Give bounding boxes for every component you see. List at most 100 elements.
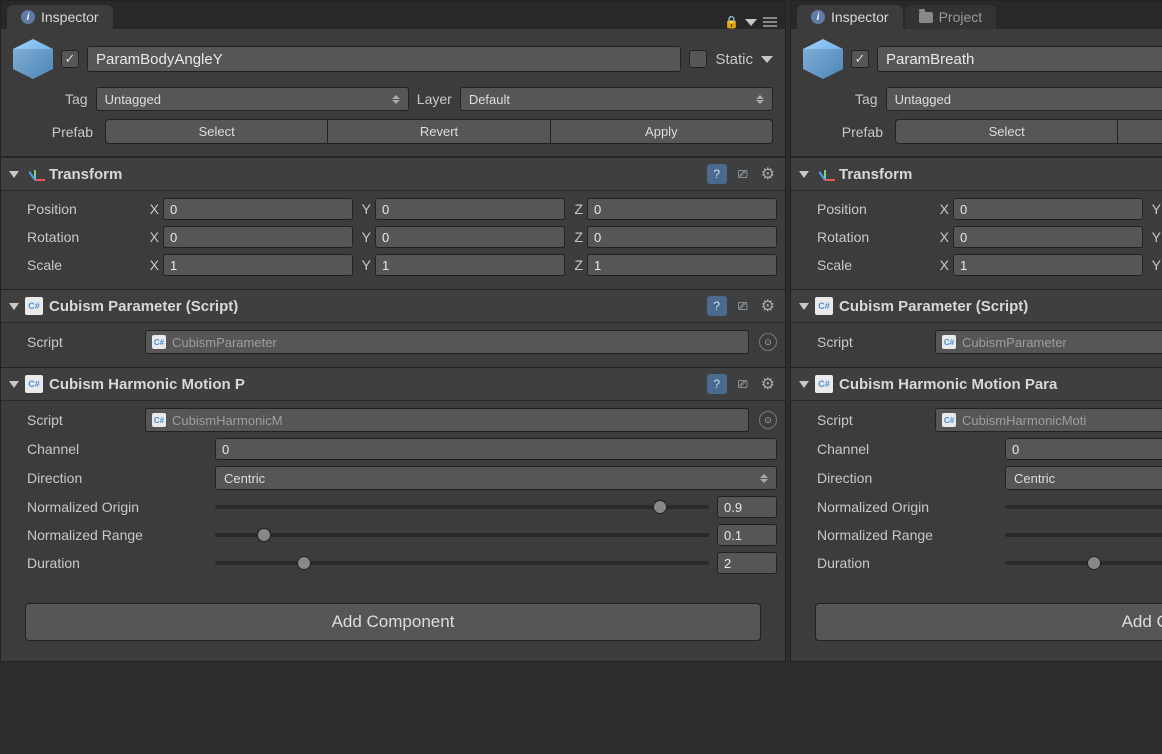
scale-z-field[interactable] [587, 254, 777, 276]
tag-dropdown[interactable]: Untagged [96, 87, 409, 111]
rotation-x-field[interactable] [953, 226, 1143, 248]
script-label: Script [9, 412, 139, 428]
transform-body: Position X Y Z Rotation X Y Z Scale X Y … [1, 191, 785, 289]
transform-header[interactable]: Transform ? ⎚ ⚙ [1, 157, 785, 191]
foldout-icon[interactable] [9, 303, 19, 310]
add-component-button[interactable]: Add Component [25, 603, 761, 641]
component-title: Cubism Parameter (Script) [49, 298, 701, 315]
position-label: Position [799, 201, 929, 217]
axis-z-label: Z [569, 201, 583, 217]
gameobject-name-field[interactable] [87, 46, 681, 72]
direction-dropdown[interactable]: Centric [215, 466, 777, 490]
layer-label: Layer [417, 91, 452, 107]
position-y-field[interactable] [375, 198, 565, 220]
preset-icon[interactable]: ⎚ [733, 164, 753, 184]
rotation-label: Rotation [9, 229, 139, 245]
tab-project[interactable]: Project [905, 5, 997, 29]
inspector-left: i Inspector 🔒 Static Tag Untagged Layer … [0, 0, 786, 662]
normalized-range-label: Normalized Range [9, 527, 209, 543]
channel-field[interactable] [215, 438, 777, 460]
scale-x-field[interactable] [953, 254, 1143, 276]
duration-label: Duration [799, 555, 999, 571]
tag-label: Tag [65, 91, 88, 107]
csharp-icon: C# [815, 375, 833, 393]
add-component-button[interactable]: Add Component [815, 603, 1162, 641]
transform-header[interactable]: Transform ? ⎚ ⚙ [791, 157, 1162, 191]
gameobject-header: Static Tag Untagged Layer Default Prefab… [791, 29, 1162, 157]
foldout-icon[interactable] [799, 171, 809, 178]
tab-inspector[interactable]: i Inspector [797, 5, 903, 29]
normalized-origin-field[interactable] [717, 496, 777, 518]
tab-label: Project [939, 9, 983, 25]
static-dropdown[interactable] [761, 56, 773, 63]
duration-slider[interactable] [1005, 561, 1162, 565]
cubism-parameter-header[interactable]: C# Cubism Parameter (Script) ? ⎚ ⚙ [1, 289, 785, 323]
preset-icon[interactable]: ⎚ [733, 296, 753, 316]
gear-icon[interactable]: ⚙ [759, 374, 777, 394]
rotation-z-field[interactable] [587, 226, 777, 248]
direction-label: Direction [799, 470, 999, 486]
script-label: Script [799, 412, 929, 428]
prefab-select-button[interactable]: Select [105, 119, 328, 144]
prefab-apply-button[interactable]: Apply [551, 119, 773, 144]
script-label: Script [9, 334, 139, 350]
gameobject-icon[interactable] [13, 39, 53, 79]
prefab-select-button[interactable]: Select [895, 119, 1118, 144]
foldout-icon[interactable] [9, 381, 19, 388]
channel-field[interactable] [1005, 438, 1162, 460]
normalized-origin-slider[interactable] [1005, 505, 1162, 509]
help-icon[interactable]: ? [707, 374, 727, 394]
tag-label: Tag [855, 91, 878, 107]
tabbar: i Inspector 🔒 [1, 1, 785, 29]
normalized-range-field[interactable] [717, 524, 777, 546]
enabled-checkbox[interactable] [61, 50, 79, 68]
cubism-harmonic-header[interactable]: C# Cubism Harmonic Motion Para ? ⎚ ⚙ [791, 367, 1162, 401]
enabled-checkbox[interactable] [851, 50, 869, 68]
prefab-revert-button[interactable]: Revert [1118, 119, 1162, 144]
axis-x-label: X [145, 201, 159, 217]
cubism-harmonic-header[interactable]: C# Cubism Harmonic Motion P ? ⎚ ⚙ [1, 367, 785, 401]
position-x-field[interactable] [163, 198, 353, 220]
folder-icon [919, 12, 933, 23]
script-label: Script [799, 334, 929, 350]
gameobject-icon[interactable] [803, 39, 843, 79]
help-icon[interactable]: ? [707, 164, 727, 184]
direction-dropdown[interactable]: Centric [1005, 466, 1162, 490]
duration-slider[interactable] [215, 561, 709, 565]
scale-x-field[interactable] [163, 254, 353, 276]
lock-icon[interactable]: 🔒 [724, 15, 739, 29]
rotation-x-field[interactable] [163, 226, 353, 248]
foldout-icon[interactable] [9, 171, 19, 178]
tab-label: Inspector [41, 9, 99, 25]
rotation-y-field[interactable] [375, 226, 565, 248]
normalized-range-slider[interactable] [1005, 533, 1162, 537]
position-x-field[interactable] [953, 198, 1143, 220]
tab-inspector[interactable]: i Inspector [7, 5, 113, 29]
scale-y-field[interactable] [375, 254, 565, 276]
static-checkbox[interactable] [689, 50, 707, 68]
normalized-origin-slider[interactable] [215, 505, 709, 509]
panel-menu-arrow[interactable] [745, 19, 757, 26]
prefab-revert-button[interactable]: Revert [328, 119, 550, 144]
panel-menu-icon[interactable] [763, 17, 777, 27]
gameobject-name-field[interactable] [877, 46, 1162, 72]
layer-dropdown[interactable]: Default [460, 87, 773, 111]
duration-field[interactable] [717, 552, 777, 574]
cubism-parameter-header[interactable]: C# Cubism Parameter (Script) ? ⎚ ⚙ [791, 289, 1162, 323]
preset-icon[interactable]: ⎚ [733, 374, 753, 394]
tag-dropdown[interactable]: Untagged [886, 87, 1162, 111]
help-icon[interactable]: ? [707, 296, 727, 316]
component-title: Cubism Parameter (Script) [839, 298, 1162, 315]
gear-icon[interactable]: ⚙ [759, 164, 777, 184]
normalized-range-label: Normalized Range [799, 527, 999, 543]
component-title: Cubism Harmonic Motion P [49, 376, 701, 393]
component-title: Transform [839, 166, 1162, 183]
foldout-icon[interactable] [799, 381, 809, 388]
position-z-field[interactable] [587, 198, 777, 220]
inspector-right: i Inspector Project 🔒 Static Tag Untagge… [790, 0, 1162, 662]
object-picker-icon[interactable]: ⊙ [759, 411, 777, 429]
gear-icon[interactable]: ⚙ [759, 296, 777, 316]
object-picker-icon[interactable]: ⊙ [759, 333, 777, 351]
normalized-range-slider[interactable] [215, 533, 709, 537]
foldout-icon[interactable] [799, 303, 809, 310]
